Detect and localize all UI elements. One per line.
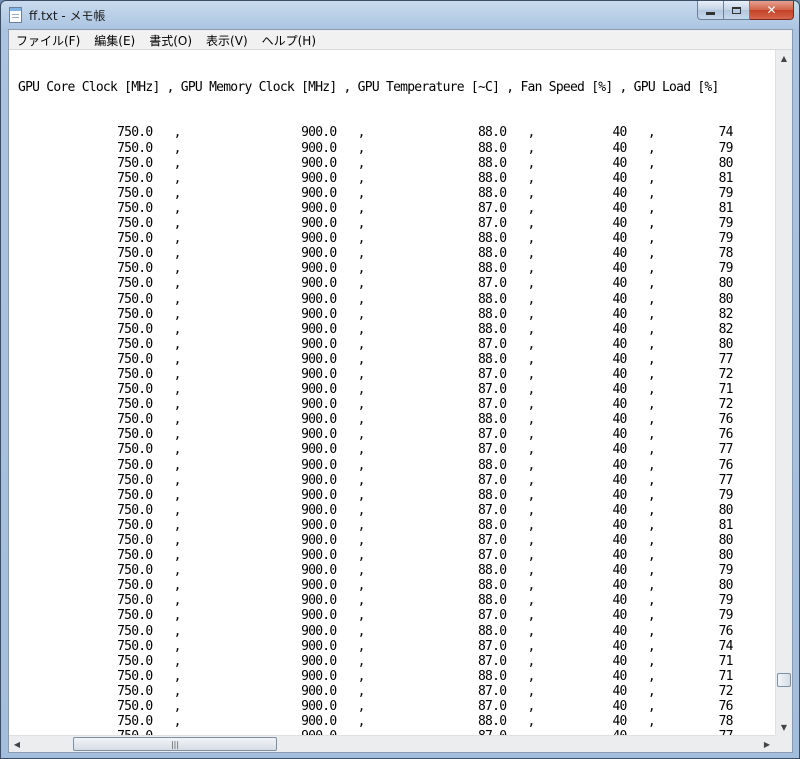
data-line: 750.0 , 900.0 , 87.0 , 40 , 76 [18, 427, 733, 443]
scroll-down-button[interactable]: ▼ [776, 719, 792, 736]
menu-bar: ファイル(F) 編集(E) 書式(O) 表示(V) ヘルプ(H) [9, 30, 792, 50]
data-line: 750.0 , 900.0 , 88.0 , 40 , 79 [18, 140, 733, 156]
minimize-button[interactable] [697, 1, 724, 20]
data-line: 750.0 , 900.0 , 87.0 , 40 , 80 [18, 336, 733, 352]
data-line: 750.0 , 900.0 , 87.0 , 40 , 74 [18, 638, 733, 654]
data-line: 750.0 , 900.0 , 87.0 , 40 , 72 [18, 366, 733, 382]
vertical-scroll-thumb[interactable] [777, 673, 791, 688]
data-line: 750.0 , 900.0 , 88.0 , 40 , 81 [18, 517, 733, 533]
data-line: 750.0 , 900.0 , 88.0 , 40 , 76 [18, 412, 733, 428]
grip-icon: ||| [170, 739, 180, 749]
maximize-button[interactable] [724, 1, 750, 20]
data-line: 750.0 , 900.0 , 87.0 , 40 , 77 [18, 442, 733, 458]
horizontal-scroll-thumb[interactable]: ||| [73, 737, 277, 751]
data-line: 750.0 , 900.0 , 87.0 , 40 , 79 [18, 216, 733, 232]
data-line: 750.0 , 900.0 , 88.0 , 40 , 79 [18, 185, 733, 201]
data-line: 750.0 , 900.0 , 88.0 , 40 , 80 [18, 291, 733, 307]
scroll-up-button[interactable]: ▲ [776, 50, 792, 67]
data-line: 750.0 , 900.0 , 87.0 , 40 , 71 [18, 382, 733, 398]
data-line: 750.0 , 900.0 , 87.0 , 40 , 72 [18, 397, 733, 413]
data-line: 750.0 , 900.0 , 88.0 , 40 , 80 [18, 155, 733, 171]
notepad-icon[interactable] [9, 7, 22, 23]
notepad-window: ff.txt - メモ帳 ✕ ファイル(F) 編集(E) 書式(O) 表示(V)… [0, 0, 800, 759]
menu-file[interactable]: ファイル(F) [9, 30, 87, 49]
data-line: 750.0 , 900.0 , 87.0 , 40 , 80 [18, 533, 733, 548]
data-line: 750.0 , 900.0 , 88.0 , 40 , 82 [18, 321, 733, 337]
data-line: 750.0 , 900.0 , 87.0 , 40 , 81 [18, 200, 733, 216]
maximize-icon [732, 6, 741, 14]
horizontal-scrollbar[interactable]: ◀ ||| ▶ [9, 735, 775, 752]
window-title: ff.txt - メモ帳 [29, 9, 106, 23]
size-grip [775, 735, 792, 752]
header-line: GPU Core Clock [MHz] , GPU Memory Clock … [18, 80, 719, 96]
data-line: 750.0 , 900.0 , 88.0 , 40 , 79 [18, 487, 733, 503]
data-line: 750.0 , 900.0 , 88.0 , 40 , 79 [18, 231, 733, 247]
caption-buttons: ✕ [697, 1, 794, 21]
text-editor[interactable]: GPU Core Clock [MHz] , GPU Memory Clock … [9, 50, 775, 736]
data-line: 750.0 , 900.0 , 87.0 , 40 , 71 [18, 653, 733, 669]
data-line: 750.0 , 900.0 , 88.0 , 40 , 71 [18, 668, 733, 684]
scroll-right-button[interactable]: ▶ [759, 736, 775, 753]
data-line: 750.0 , 900.0 , 88.0 , 40 , 76 [18, 623, 733, 639]
data-line: 750.0 , 900.0 , 88.0 , 40 , 78 [18, 714, 733, 730]
data-line: 750.0 , 900.0 , 88.0 , 40 , 79 [18, 563, 733, 579]
title-bar[interactable]: ff.txt - メモ帳 ✕ [1, 1, 799, 29]
menu-format[interactable]: 書式(O) [142, 30, 199, 49]
menu-edit[interactable]: 編集(E) [87, 30, 142, 49]
menu-help[interactable]: ヘルプ(H) [255, 30, 323, 49]
arrow-up-icon: ▲ [780, 54, 788, 63]
data-line: 750.0 , 900.0 , 88.0 , 40 , 79 [18, 261, 733, 277]
data-line: 750.0 , 900.0 , 88.0 , 40 , 77 [18, 351, 733, 367]
arrow-down-icon: ▼ [780, 723, 788, 732]
scroll-left-button[interactable]: ◀ [9, 736, 25, 753]
data-line: 750.0 , 900.0 , 87.0 , 40 , 80 [18, 502, 733, 518]
data-line: 750.0 , 900.0 , 88.0 , 40 , 76 [18, 457, 733, 473]
data-line: 750.0 , 900.0 , 87.0 , 40 , 72 [18, 683, 733, 699]
client-area: ファイル(F) 編集(E) 書式(O) 表示(V) ヘルプ(H) GPU Cor… [8, 29, 793, 753]
data-line: 750.0 , 900.0 , 88.0 , 40 , 81 [18, 170, 733, 186]
data-line: 750.0 , 900.0 , 88.0 , 40 , 74 [18, 125, 733, 141]
data-line: 750.0 , 900.0 , 88.0 , 40 , 79 [18, 593, 733, 609]
data-line: 750.0 , 900.0 , 88.0 , 40 , 80 [18, 578, 733, 594]
data-line: 750.0 , 900.0 , 87.0 , 40 , 80 [18, 276, 733, 292]
data-line: 750.0 , 900.0 , 88.0 , 40 , 82 [18, 306, 733, 322]
data-line: 750.0 , 900.0 , 87.0 , 40 , 77 [18, 472, 733, 488]
data-line: 750.0 , 900.0 , 87.0 , 40 , 80 [18, 548, 733, 564]
data-line: 750.0 , 900.0 , 87.0 , 40 , 76 [18, 699, 733, 715]
vertical-scrollbar[interactable]: ▲ ▼ [775, 50, 792, 736]
close-button[interactable]: ✕ [750, 1, 794, 20]
menu-view[interactable]: 表示(V) [199, 30, 255, 49]
arrow-left-icon: ◀ [13, 740, 21, 749]
data-line: 750.0 , 900.0 , 87.0 , 40 , 79 [18, 608, 733, 624]
minimize-icon [706, 11, 715, 15]
data-line: 750.0 , 900.0 , 88.0 , 40 , 78 [18, 246, 733, 262]
arrow-right-icon: ▶ [763, 740, 771, 749]
close-icon: ✕ [766, 3, 777, 17]
text-content: GPU Core Clock [MHz] , GPU Memory Clock … [9, 50, 775, 736]
